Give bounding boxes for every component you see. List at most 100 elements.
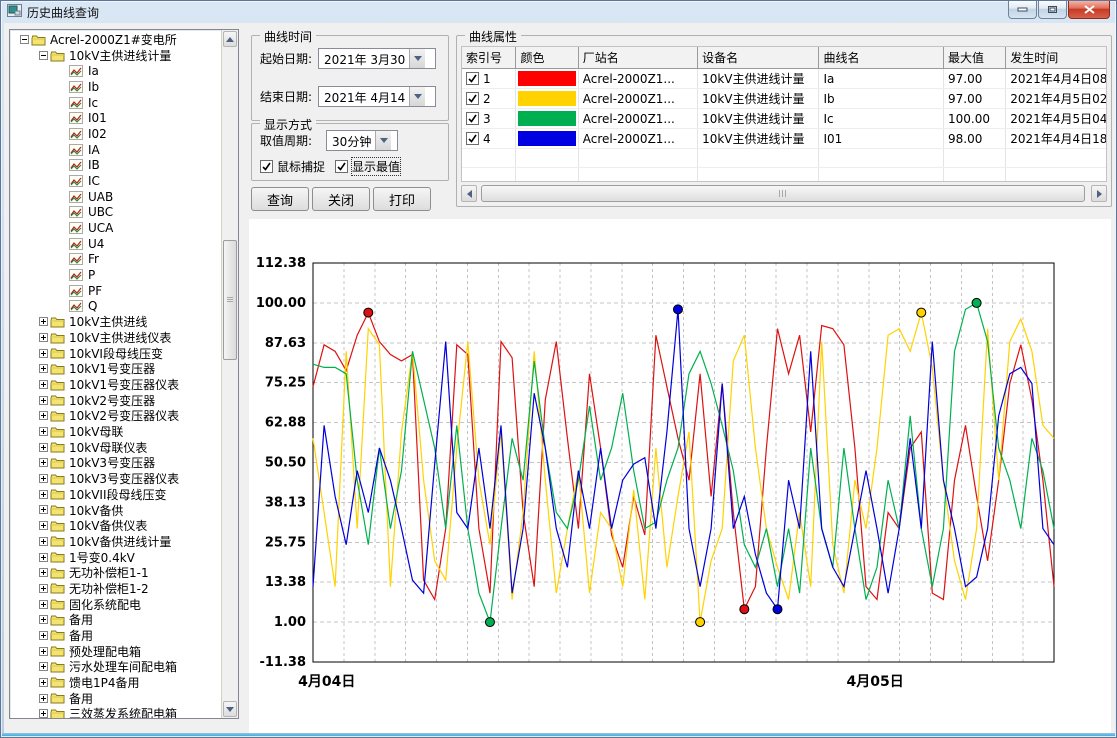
column-header[interactable]: 曲线名	[819, 47, 944, 69]
tree-item[interactable]: IA	[10, 142, 221, 158]
query-button[interactable]: 查询	[251, 187, 309, 211]
table-row[interactable]: 2Acrel-2000Z1...10kV主供进线计量Ib97.002021年4月…	[462, 89, 1107, 109]
tree-item[interactable]: 10kV母联	[10, 424, 221, 440]
tree-item[interactable]: 固化系统配电	[10, 596, 221, 612]
close-button[interactable]	[1068, 1, 1110, 19]
tree-item[interactable]: 备用	[10, 612, 221, 628]
column-header[interactable]: 最大值	[944, 47, 1006, 69]
table-row[interactable]: 3Acrel-2000Z1...10kV主供进线计量Ic100.002021年4…	[462, 109, 1107, 129]
tree-item[interactable]: 10kV1号变压器仪表	[10, 377, 221, 393]
print-button[interactable]: 打印	[373, 187, 431, 211]
table-horizontal-scrollbar[interactable]	[461, 185, 1107, 202]
tree-item[interactable]: Acrel-2000Z1#变电所	[10, 32, 221, 48]
tree-item[interactable]: Ic	[10, 95, 221, 111]
tree-expander[interactable]	[37, 427, 50, 436]
row-checkbox[interactable]	[466, 72, 479, 85]
tree-item[interactable]: Fr	[10, 251, 221, 267]
tree-expander[interactable]	[37, 678, 50, 687]
tree-expander[interactable]	[37, 662, 50, 671]
tree-item[interactable]: 10kV母联仪表	[10, 439, 221, 455]
tree-expander[interactable]	[37, 584, 50, 593]
tree-expander[interactable]	[37, 333, 50, 342]
minimize-button[interactable]	[1008, 1, 1037, 19]
column-header[interactable]: 发生时间	[1006, 47, 1107, 69]
maximize-button[interactable]	[1038, 1, 1067, 19]
tree-item[interactable]: I01	[10, 110, 221, 126]
tree-expander[interactable]	[37, 568, 50, 577]
tree-item[interactable]: UBC	[10, 204, 221, 220]
tree-item[interactable]: 三效蒸发系统配电箱	[10, 706, 221, 718]
tree-expander[interactable]	[37, 647, 50, 656]
tree-item[interactable]: 备用	[10, 628, 221, 644]
tree-item[interactable]: 10kV2号变压器	[10, 392, 221, 408]
tree-item[interactable]: Ia	[10, 63, 221, 79]
tree-expander[interactable]	[37, 553, 50, 562]
tree-expander[interactable]	[37, 631, 50, 640]
tree-expander[interactable]	[37, 490, 50, 499]
column-header[interactable]: 颜色	[516, 47, 578, 69]
table-scrollbar-thumb[interactable]	[481, 185, 1085, 202]
tree-item[interactable]: Q	[10, 298, 221, 314]
tree-item[interactable]: 污水处理车间配电箱	[10, 659, 221, 675]
tree-item[interactable]: 10kV备供仪表	[10, 518, 221, 534]
scroll-left-button[interactable]	[461, 185, 477, 202]
tree-expander[interactable]	[37, 474, 50, 483]
tree-expander[interactable]	[37, 521, 50, 530]
tree-expander[interactable]	[37, 349, 50, 358]
tree-expander[interactable]	[37, 600, 50, 609]
table-row[interactable]: 4Acrel-2000Z1...10kV主供进线计量I0198.002021年4…	[462, 129, 1107, 149]
tree-item[interactable]: 10kVI段母线压变	[10, 345, 221, 361]
tree-expander[interactable]	[37, 709, 50, 718]
end-date-dropdown-button[interactable]	[409, 87, 425, 106]
mouse-capture-checkbox[interactable]	[260, 160, 273, 173]
tree-item[interactable]: 馈电1P4备用	[10, 675, 221, 691]
tree-expander[interactable]	[37, 694, 50, 703]
tree-item[interactable]: P	[10, 267, 221, 283]
tree-item[interactable]: 预处理配电箱	[10, 643, 221, 659]
tree-expander[interactable]	[37, 380, 50, 389]
scroll-up-button[interactable]	[223, 31, 237, 47]
tree-scrollbar-thumb[interactable]	[223, 240, 237, 360]
tree-expander[interactable]	[37, 458, 50, 467]
tree-item[interactable]: 10kV备供进线计量	[10, 534, 221, 550]
tree-item[interactable]: 10kVII段母线压变	[10, 486, 221, 502]
scroll-right-button[interactable]	[1091, 185, 1107, 202]
tree-item[interactable]: IB	[10, 157, 221, 173]
tree-item[interactable]: 10kV备供	[10, 502, 221, 518]
end-date-combobox[interactable]: 2021年 4月14	[318, 86, 436, 107]
tree-item[interactable]: IC	[10, 173, 221, 189]
tree-item[interactable]: 10kV主供进线	[10, 314, 221, 330]
close-dialog-button[interactable]: 关闭	[312, 187, 370, 211]
tree-item[interactable]: 10kV3号变压器仪表	[10, 471, 221, 487]
tree-expander[interactable]	[37, 443, 50, 452]
period-dropdown-button[interactable]	[375, 131, 391, 150]
tree-expander[interactable]	[37, 505, 50, 514]
tree-item[interactable]: UAB	[10, 189, 221, 205]
row-checkbox[interactable]	[466, 112, 479, 125]
tree-expander[interactable]	[37, 615, 50, 624]
tree-expander[interactable]	[18, 35, 31, 44]
tree-item[interactable]: 10kV3号变压器	[10, 455, 221, 471]
tree-expander[interactable]	[37, 396, 50, 405]
tree-expander[interactable]	[37, 317, 50, 326]
tree-item[interactable]: 无功补偿柜1-1	[10, 565, 221, 581]
tree-expander[interactable]	[37, 537, 50, 546]
tree-item[interactable]: 1号变0.4kV	[10, 549, 221, 565]
tree-item[interactable]: PF	[10, 283, 221, 299]
curve-chart[interactable]: 112.38100.0087.6375.2562.8850.5038.1325.…	[249, 219, 1111, 733]
tree-expander[interactable]	[37, 51, 50, 60]
start-date-combobox[interactable]: 2021年 3月30	[318, 48, 436, 69]
tree-item[interactable]: 备用	[10, 690, 221, 706]
start-date-dropdown-button[interactable]	[409, 49, 425, 68]
tree-vertical-scrollbar[interactable]	[221, 30, 238, 718]
show-extremes-checkbox[interactable]	[335, 160, 348, 173]
tree-item[interactable]: 10kV2号变压器仪表	[10, 408, 221, 424]
tree-item[interactable]: Ib	[10, 79, 221, 95]
tree-item[interactable]: 无功补偿柜1-2	[10, 581, 221, 597]
tree-item[interactable]: 10kV1号变压器	[10, 361, 221, 377]
scroll-down-button[interactable]	[223, 701, 237, 717]
tree-item[interactable]: I02	[10, 126, 221, 142]
row-checkbox[interactable]	[466, 92, 479, 105]
tree-item[interactable]: U4	[10, 236, 221, 252]
period-combobox[interactable]: 30分钟	[326, 130, 398, 151]
